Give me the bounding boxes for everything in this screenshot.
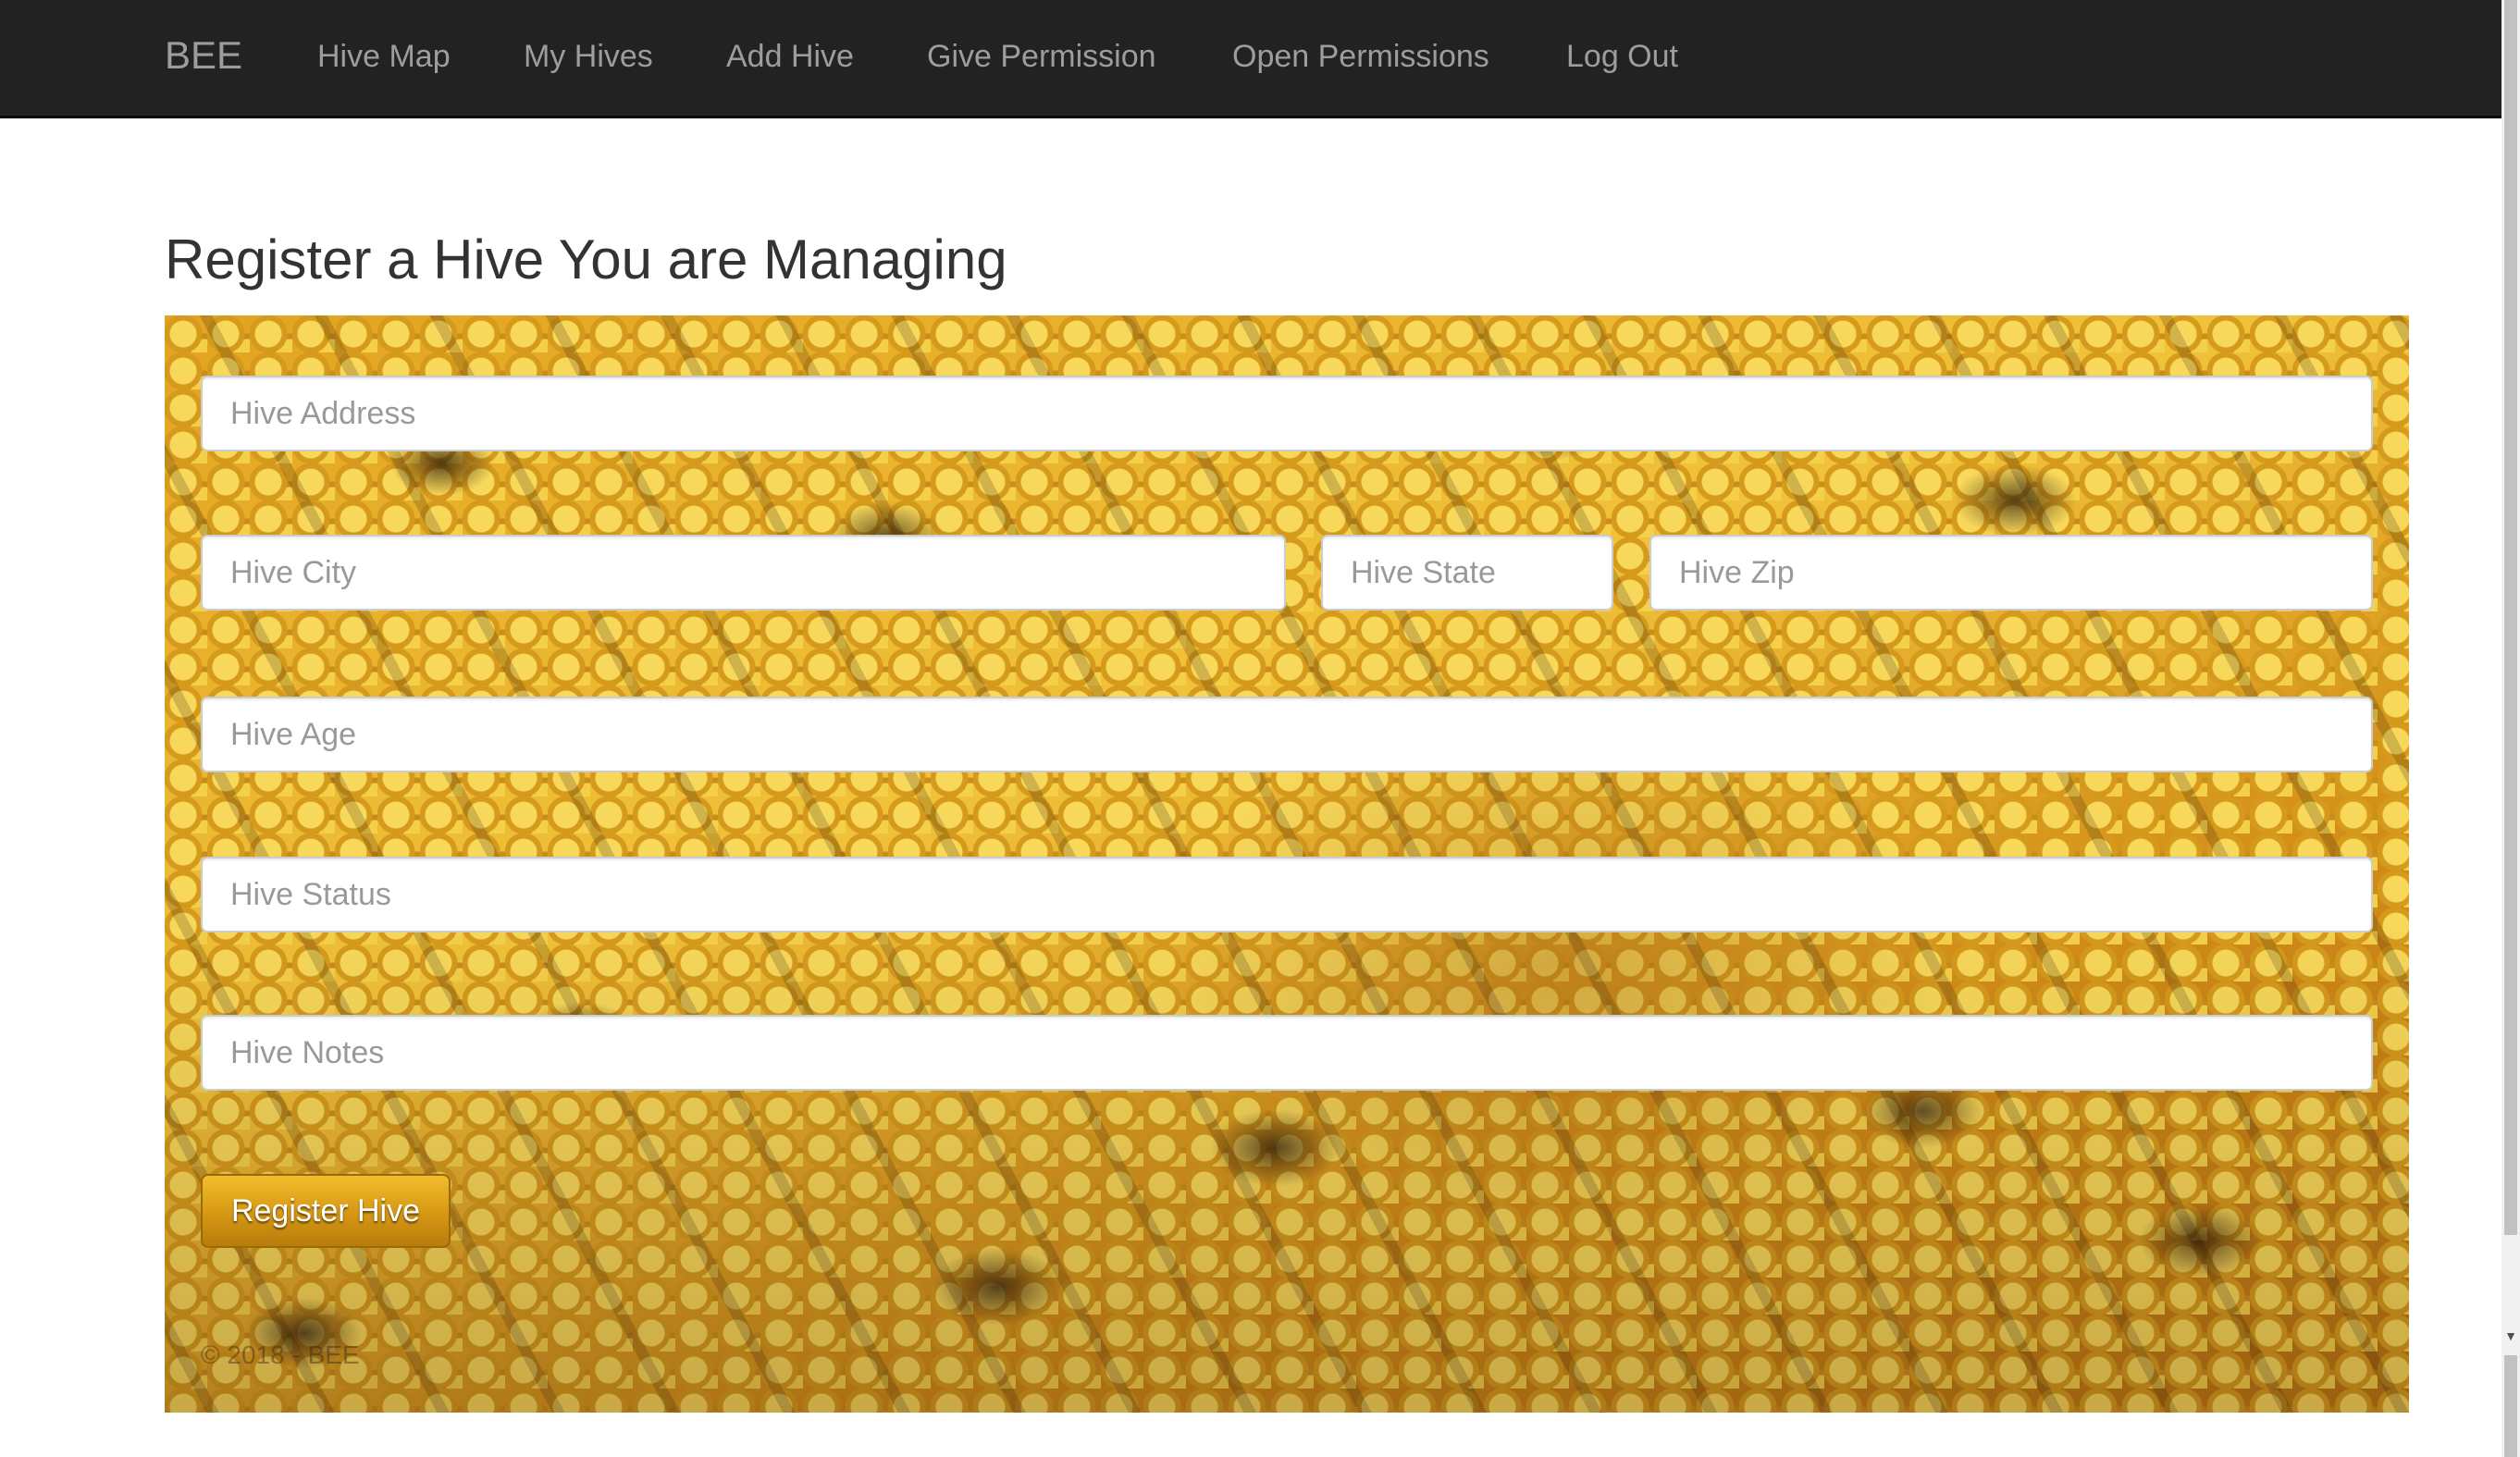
scrollbar-lower-thumb[interactable] <box>2504 1355 2517 1457</box>
vertical-scrollbar[interactable]: ▼ <box>2501 0 2520 1457</box>
hive-form-panel: Register Hive © 2018 - BEE <box>165 315 2409 1413</box>
scroll-down-arrow-icon[interactable]: ▼ <box>2503 1328 2518 1343</box>
hive-status-input[interactable] <box>201 857 2373 932</box>
page-title: Register a Hive You are Managing <box>165 228 1007 290</box>
hive-age-input[interactable] <box>201 697 2373 772</box>
copyright-text: © 2018 - BEE <box>201 1340 360 1369</box>
nav-log-out[interactable]: Log Out <box>1566 39 1678 75</box>
hive-zip-input[interactable] <box>1649 535 2373 611</box>
hive-city-input[interactable] <box>201 535 1286 611</box>
top-navbar: BEE Hive Map My Hives Add Hive Give Perm… <box>0 0 2501 118</box>
hive-state-input[interactable] <box>1321 535 1613 611</box>
nav-give-permission[interactable]: Give Permission <box>927 39 1156 75</box>
register-hive-button[interactable]: Register Hive <box>201 1174 451 1248</box>
nav-open-permissions[interactable]: Open Permissions <box>1232 39 1489 75</box>
nav-my-hives[interactable]: My Hives <box>524 39 653 75</box>
nav-hive-map[interactable]: Hive Map <box>317 39 451 75</box>
hive-notes-input[interactable] <box>201 1015 2373 1091</box>
nav-add-hive[interactable]: Add Hive <box>726 39 854 75</box>
hive-address-input[interactable] <box>201 376 2373 451</box>
brand-link[interactable]: BEE <box>165 33 242 78</box>
scrollbar-thumb[interactable] <box>2504 0 2517 1235</box>
